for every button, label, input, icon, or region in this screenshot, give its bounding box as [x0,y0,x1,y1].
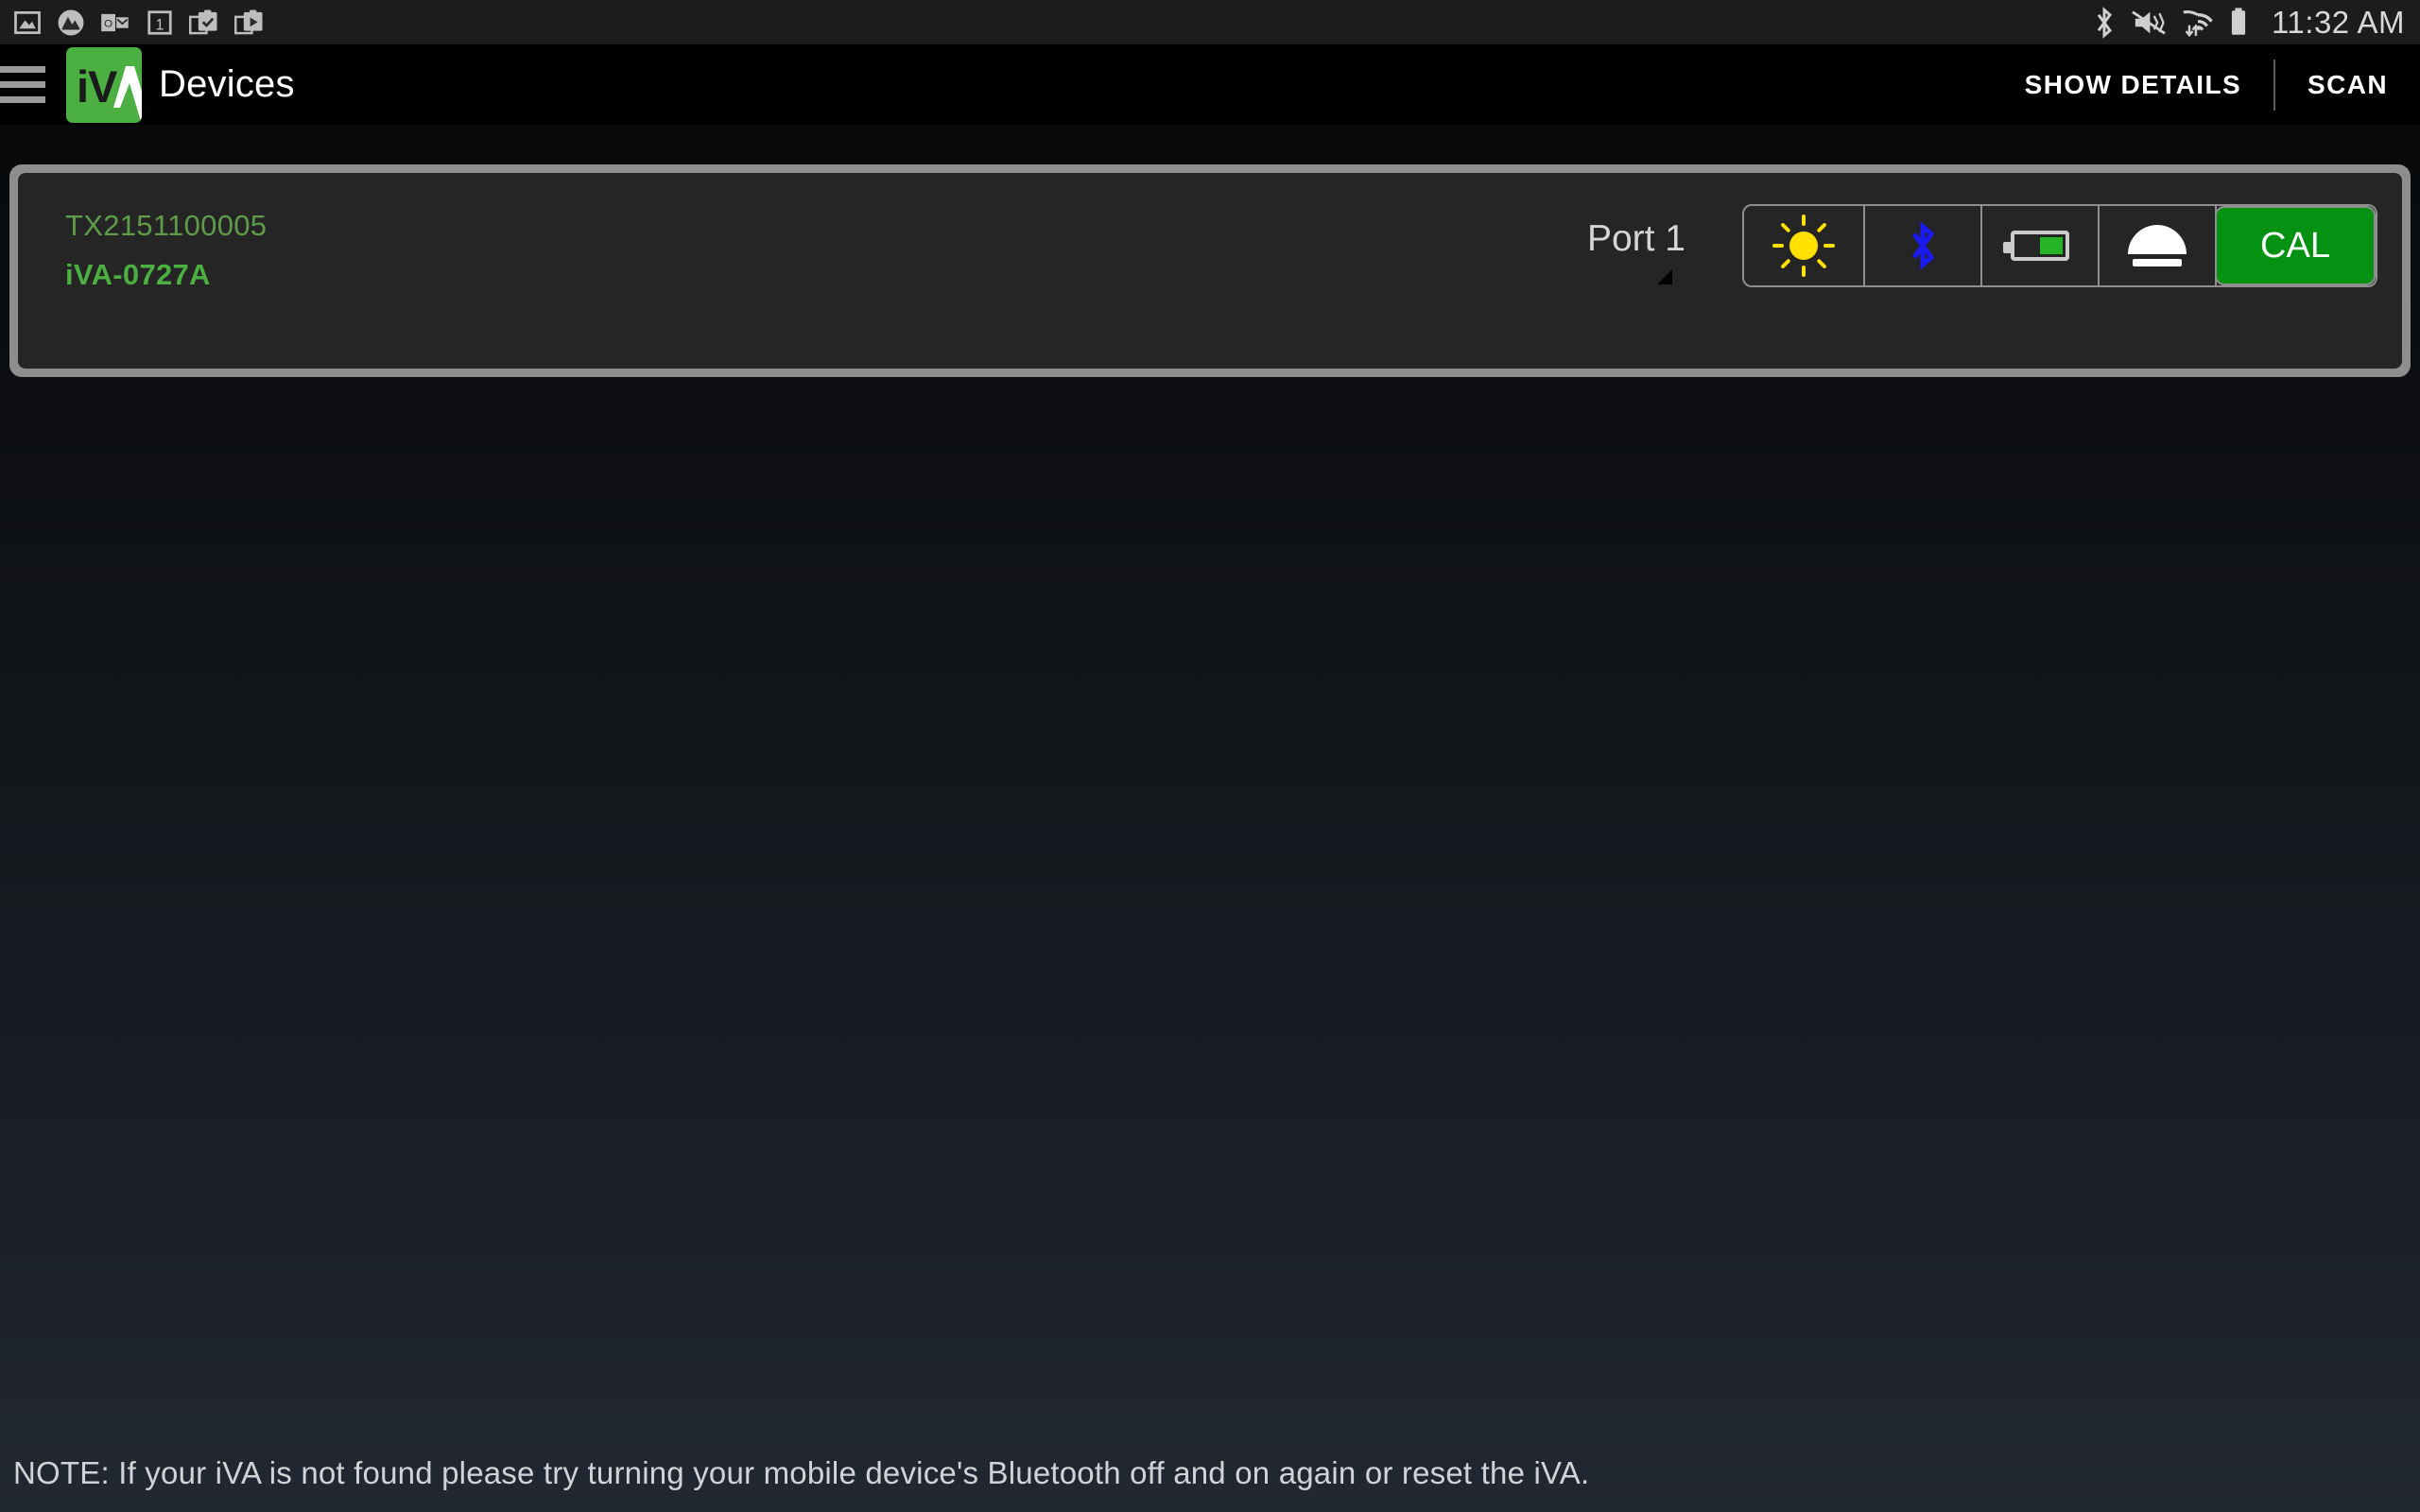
wifi-icon [2181,7,2215,39]
app-bar-actions: SHOW DETAILS SCAN [1993,44,2420,125]
hamburger-line [0,66,45,73]
dome-sensor-icon [2128,225,2187,266]
scan-button[interactable]: SCAN [2275,70,2420,100]
hamburger-line [0,81,45,88]
device-card-inner: TX2151100005 iVA-0727A Port 1 CAL [18,173,2402,369]
svg-text:O: O [104,18,112,29]
dome-base [2133,259,2182,266]
mountain-app-icon [57,9,85,37]
device-status-icon-row: CAL [1742,204,2377,287]
battery-fill [2040,237,2063,254]
sun-icon [1772,215,1835,277]
app-header-bar: iV Devices SHOW DETAILS SCAN [0,44,2420,125]
bluetooth-status-cell[interactable] [1865,206,1982,285]
hamburger-menu-icon[interactable] [0,66,59,103]
calendar-one-icon: 1 [146,9,174,37]
status-clock: 11:32 AM [2272,4,2405,40]
port-selector[interactable]: Port 1 [1515,218,1685,284]
outlook-icon: O [100,9,130,36]
svg-text:1: 1 [155,16,164,33]
dome-sensor-cell[interactable] [2100,206,2217,285]
footer-note: NOTE: If your iVA is not found please tr… [13,1455,1590,1490]
bluetooth-icon [2092,6,2117,40]
port-label: Port 1 [1586,218,1685,259]
device-card[interactable]: TX2151100005 iVA-0727A Port 1 CAL [9,164,2411,377]
photo-gallery-icon [13,9,42,37]
bluetooth-icon [1911,221,1935,270]
status-notification-icons: O 1 [13,9,265,37]
sun-status-button[interactable] [1744,206,1865,285]
device-serial: TX2151100005 [65,209,268,242]
device-model: iVA-0727A [65,258,211,291]
vibrate-mute-icon [2130,7,2168,39]
android-status-bar: O 1 11:32 AM [0,0,2420,44]
task-play-icon [234,9,265,37]
cal-button[interactable]: CAL [2215,206,2376,285]
devices-list-area: TX2151100005 iVA-0727A Port 1 CAL NOTE: … [0,125,2420,1512]
page-title: Devices [159,63,295,105]
chevron-down-icon [1657,269,1672,284]
battery-icon [2228,7,2249,39]
task-check-icon [189,9,219,37]
hamburger-line [0,96,45,103]
iva-logo: iV [66,46,142,123]
battery-icon [2003,231,2069,261]
sun-core [1789,232,1818,260]
status-system-icons: 11:32 AM [2092,5,2405,41]
show-details-button[interactable]: SHOW DETAILS [1993,70,2273,100]
logo-lambda-icon [113,65,142,123]
battery-status-cell[interactable] [1982,206,2100,285]
dome-top [2128,225,2187,254]
device-identity: TX2151100005 iVA-0727A [65,209,267,292]
